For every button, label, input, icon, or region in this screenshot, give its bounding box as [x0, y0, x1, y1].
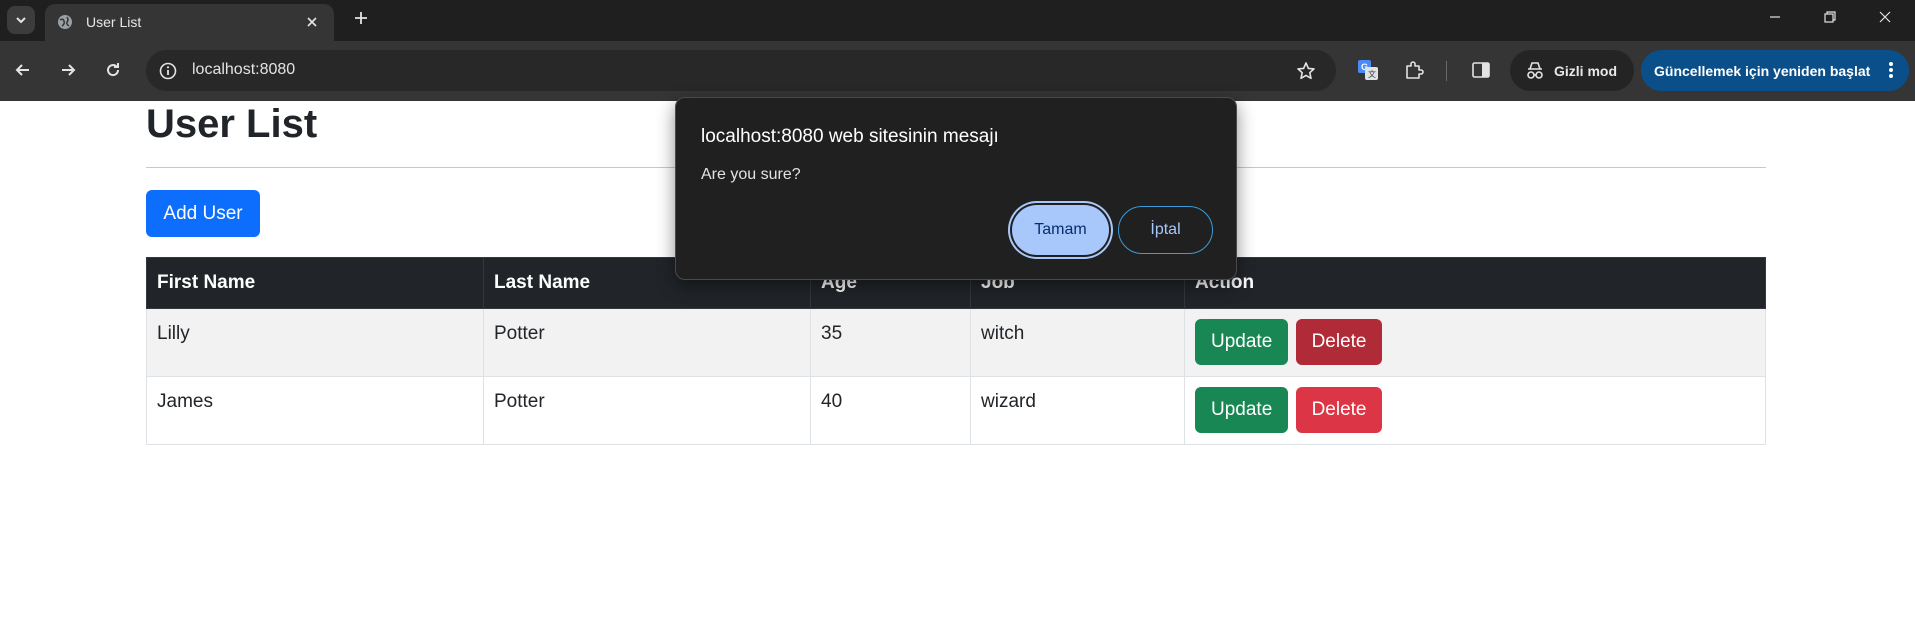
- plus-icon: [355, 12, 367, 24]
- incognito-badge[interactable]: Gizli mod: [1510, 50, 1634, 91]
- cell-age: 40: [810, 376, 971, 445]
- restore-button[interactable]: [1802, 0, 1857, 34]
- header-first-name: First Name: [146, 257, 484, 309]
- relaunch-to-update-button[interactable]: Güncellemek için yeniden başlat: [1641, 50, 1909, 91]
- cell-age: 35: [810, 308, 971, 377]
- dialog-message: Are you sure?: [701, 166, 801, 183]
- globe-icon: [58, 15, 72, 29]
- star-icon: [1297, 62, 1315, 80]
- reload-icon: [107, 63, 120, 77]
- page-title: User List: [146, 102, 318, 146]
- info-icon: [159, 62, 177, 80]
- chevron-down-icon: [16, 17, 26, 24]
- more-vert-icon: [1889, 62, 1893, 78]
- new-tab-button[interactable]: [349, 6, 373, 30]
- incognito-label: Gizli mod: [1554, 62, 1617, 79]
- translate-button[interactable]: G文: [1353, 55, 1383, 85]
- cell-first-name: Lilly: [146, 308, 484, 377]
- reload-button[interactable]: [97, 54, 129, 86]
- tab-close-button[interactable]: [302, 12, 322, 32]
- cell-first-name: James: [146, 376, 484, 445]
- restore-icon: [1823, 11, 1836, 23]
- arrow-right-icon: [62, 64, 76, 76]
- translate-icon: G文: [1358, 60, 1378, 80]
- delete-button[interactable]: Delete: [1295, 387, 1383, 433]
- cell-last-name: Potter: [483, 376, 811, 445]
- site-info-button[interactable]: [156, 59, 180, 83]
- tab-search-button[interactable]: [7, 6, 35, 34]
- toolbar-separator: [1446, 61, 1447, 81]
- table-row: Lilly Potter 35 witch Update Delete: [146, 308, 1766, 377]
- minimize-button[interactable]: [1747, 0, 1802, 34]
- cell-actions: Update Delete: [1184, 376, 1766, 445]
- side-panel-icon: [1472, 62, 1490, 78]
- minimize-icon: [1769, 16, 1780, 18]
- users-table: First Name Last Name Age Job Action Lill…: [146, 257, 1766, 445]
- close-icon: [307, 17, 317, 27]
- table-row: James Potter 40 wizard Update Delete: [146, 376, 1766, 445]
- add-user-button[interactable]: Add User: [146, 190, 260, 237]
- extensions-button[interactable]: [1399, 55, 1429, 85]
- arrow-left-icon: [15, 64, 29, 76]
- bookmark-button[interactable]: [1294, 59, 1318, 83]
- cell-actions: Update Delete: [1184, 308, 1766, 377]
- svg-text:文: 文: [1368, 69, 1376, 79]
- browser-toolbar: localhost:8080 G文 Gizli mod Güncellemek …: [0, 41, 1915, 101]
- url-text[interactable]: localhost:8080: [192, 61, 295, 79]
- update-button[interactable]: Update: [1195, 387, 1289, 433]
- delete-button[interactable]: Delete: [1295, 319, 1383, 365]
- cell-job: wizard: [970, 376, 1185, 445]
- puzzle-icon: [1406, 61, 1424, 79]
- header-action: Action: [1184, 257, 1766, 309]
- tab-user-list[interactable]: User List: [45, 4, 334, 41]
- close-icon: [1879, 11, 1890, 23]
- update-button[interactable]: Update: [1195, 319, 1289, 365]
- menu-button[interactable]: [1881, 60, 1901, 80]
- incognito-icon: [1527, 61, 1543, 79]
- tab-title: User List: [86, 14, 142, 30]
- dialog-cancel-button[interactable]: İptal: [1118, 206, 1213, 254]
- dialog-title: localhost:8080 web sitesinin mesajı: [701, 126, 999, 147]
- dialog-ok-button[interactable]: Tamam: [1012, 205, 1109, 255]
- forward-button[interactable]: [52, 54, 84, 86]
- confirm-dialog: localhost:8080 web sitesinin mesajı Are …: [675, 97, 1237, 280]
- cell-last-name: Potter: [483, 308, 811, 377]
- address-bar[interactable]: localhost:8080: [146, 50, 1336, 91]
- cell-job: witch: [970, 308, 1185, 377]
- tab-strip: User List: [0, 0, 1915, 41]
- relaunch-label: Güncellemek için yeniden başlat: [1654, 62, 1871, 79]
- side-panel-button[interactable]: [1466, 55, 1496, 85]
- close-window-button[interactable]: [1857, 0, 1912, 34]
- back-button[interactable]: [7, 54, 39, 86]
